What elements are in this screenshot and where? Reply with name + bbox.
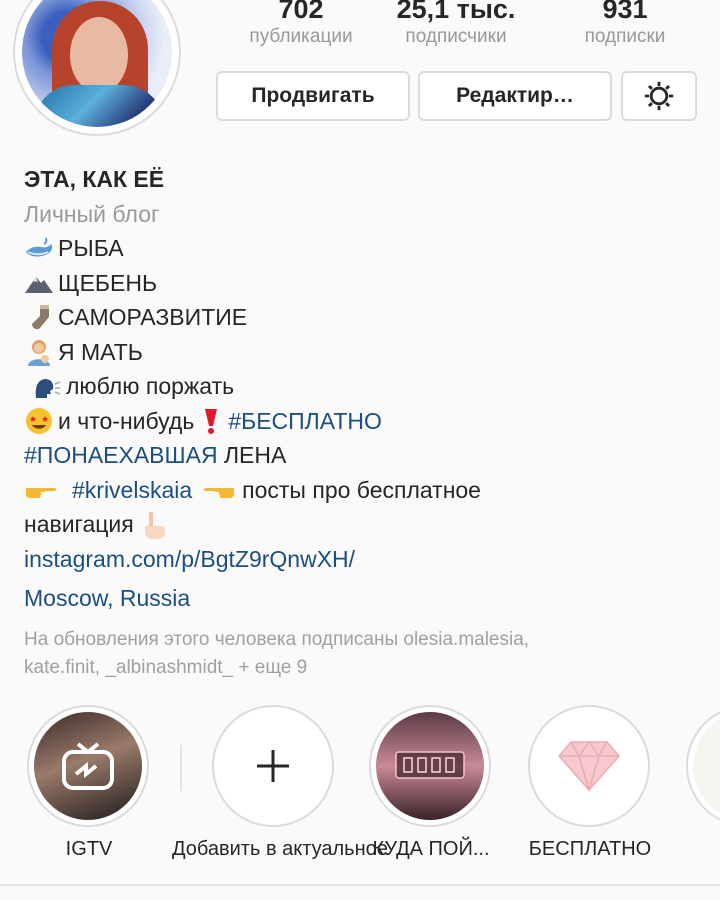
highlight-kuda-poyti[interactable]: КУДА ПОЙ... [369,705,493,860]
posts-count-label: публикации [249,26,353,47]
bio-line-text: ЩЕБЕНЬ [58,269,158,296]
point-right-icon [24,476,60,504]
posts-count[interactable]: 702 публикации [228,0,374,50]
point-left-icon [202,476,238,504]
settings-button[interactable] [621,71,697,121]
exclamation-icon [202,407,224,435]
star-struck-icon [24,407,54,435]
bio-line: и что-нибудь #БЕСПЛАТНО [24,404,714,439]
profile-name: ЭТА, КАК ЕЁ [24,166,165,192]
profile-stats: 702 публикации 25,1 тыс. подписчики 931 … [218,0,720,54]
bio-line-text: посты про бесплатное [242,476,481,503]
followed-by-text[interactable]: На обновления этого человека подписаны o… [24,626,704,682]
profile-category: Личный блог [24,200,160,227]
highlight-label: С [646,838,720,861]
mountain-icon [24,269,54,297]
following-count-label: подписки [584,26,666,47]
posts-count-value: 702 [278,0,324,24]
woman-icon [24,338,54,366]
bio-line: Я МАТЬ [24,335,714,370]
profile-bio: ЭТА, КАК ЕЁ Личный блог РЫБА ЩЕБЕНЬ САМО… [24,162,714,616]
bio-line: люблю поржать [24,369,714,404]
profile-avatar-ring[interactable] [13,0,181,136]
bio-line-text: РЫБА [58,235,124,261]
sock-icon [24,303,54,331]
followers-count[interactable]: 25,1 тыс. подписчики [384,0,528,50]
bio-line: ЩЕБЕНЬ [24,266,714,301]
bio-line: навигация [24,507,714,542]
promote-button[interactable]: Продвигать [216,71,410,121]
speaking-head-icon [32,372,62,400]
edit-profile-button[interactable]: Редактир… [418,71,612,121]
bio-line-text: САМОРАЗВИТИЕ [58,304,248,330]
highlights-divider [180,745,182,791]
followers-count-label: подписчики [405,26,507,47]
diamond-icon [558,740,620,793]
followed-by-line: kate.finit, _albinashmidt_ + еще 9 [24,657,308,678]
hashtag-besplatno[interactable]: #БЕСПЛАТНО [228,404,382,439]
bio-line-text: и что-нибудь [58,407,195,434]
bio-line-text: навигация [24,511,134,537]
following-count-value: 931 [602,0,648,24]
bio-line: РЫБА [24,231,714,266]
hashtag-krivelskaia[interactable]: #krivelskaia [72,473,192,508]
website-link[interactable]: instagram.com/p/BgtZ9rQnwXH/ [24,542,714,577]
profile-avatar[interactable] [22,0,172,127]
point-down-icon [140,510,170,540]
highlight-besplatno[interactable]: БЕСПЛАТНО [528,705,652,860]
plus-icon [257,750,289,782]
hashtag-ponaekhavshaya[interactable]: #ПОНАЕХАВШАЯ [24,438,218,473]
followed-by-line: На обновления этого человека подписаны o… [24,629,530,650]
highlight-partial[interactable]: С [686,705,720,827]
followers-count-value: 25,1 тыс. [396,0,516,24]
whale-icon [24,234,54,262]
highlight-add-new[interactable]: Добавить в актуальное [172,705,388,860]
bio-line: #krivelskaia посты про бесплатное [24,473,714,508]
coffee-sign-image [395,751,465,779]
bio-line-text: Я МАТЬ [58,338,143,365]
section-divider [0,884,720,886]
highlight-igtv[interactable]: IGTV [27,705,151,860]
bio-line: САМОРАЗВИТИЕ [24,300,714,335]
following-count[interactable]: 931 подписки [550,0,700,50]
bio-line-text: ЛЕНА [217,442,287,468]
igtv-icon [62,742,114,790]
highlight-label: IGTV [65,838,113,860]
location-link[interactable]: Moscow, Russia [24,581,714,616]
gear-icon [644,81,674,111]
bio-line: #ПОНАЕХАВШАЯ ЛЕНА [24,438,714,473]
bio-line-text: люблю поржать [66,373,235,399]
